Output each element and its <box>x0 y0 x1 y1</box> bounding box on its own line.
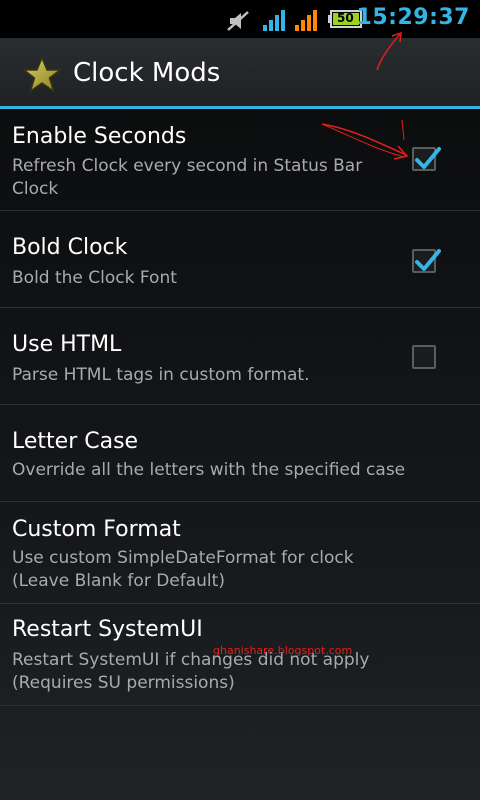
enable-seconds-checkbox[interactable] <box>412 147 441 171</box>
check-icon <box>415 249 441 271</box>
star-icon[interactable] <box>22 56 62 94</box>
pref-summary: Parse HTML tags in custom format. <box>12 365 310 385</box>
bold-clock-checkbox[interactable] <box>412 249 441 273</box>
status-clock: 15:29:37 <box>356 5 470 30</box>
check-icon <box>415 147 441 169</box>
pref-title: Custom Format <box>12 517 181 542</box>
pref-letter-case[interactable]: Letter Case Override all the letters wit… <box>0 405 480 502</box>
pref-enable-seconds[interactable]: Enable Seconds Refresh Clock every secon… <box>0 109 480 211</box>
page-title: Clock Mods <box>73 58 221 88</box>
signal-icon-2 <box>295 10 317 31</box>
battery-level: 50 <box>337 11 354 25</box>
pref-title: Use HTML <box>12 332 122 357</box>
action-bar: Clock Mods <box>0 38 480 106</box>
pref-title: Enable Seconds <box>12 124 187 149</box>
pref-summary: Bold the Clock Font <box>12 268 177 288</box>
use-html-checkbox[interactable] <box>412 345 436 369</box>
pref-summary: Use custom SimpleDateFormat for clock (L… <box>12 548 354 591</box>
pref-title: Letter Case <box>12 429 139 454</box>
status-bar: 50 15:29:37 <box>0 0 480 38</box>
pref-custom-format[interactable]: Custom Format Use custom SimpleDateForma… <box>0 502 480 604</box>
preference-list: Enable Seconds Refresh Clock every secon… <box>0 109 480 800</box>
pref-summary: Override all the letters with the specif… <box>12 460 406 480</box>
pref-bold-clock[interactable]: Bold Clock Bold the Clock Font <box>0 211 480 308</box>
pref-summary: Refresh Clock every second in Status Bar… <box>12 156 363 199</box>
mute-icon <box>227 11 249 31</box>
pref-title: Restart SystemUI <box>12 617 203 642</box>
watermark: ghanishare.blogspot.com <box>213 644 353 657</box>
pref-use-html[interactable]: Use HTML Parse HTML tags in custom forma… <box>0 308 480 405</box>
signal-icon-1 <box>263 10 285 31</box>
pref-title: Bold Clock <box>12 235 128 260</box>
